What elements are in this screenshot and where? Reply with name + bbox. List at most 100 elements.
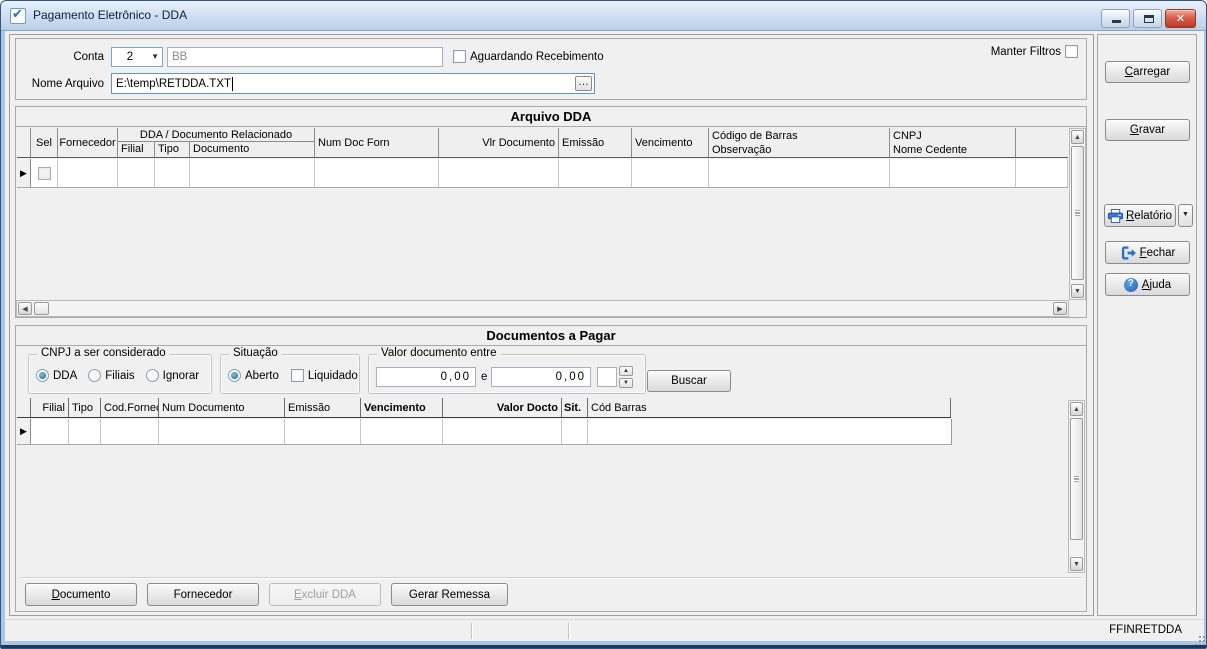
sel-checkbox[interactable] bbox=[38, 167, 51, 180]
radio-ignorar[interactable]: Ignorar bbox=[146, 369, 199, 382]
divider bbox=[20, 577, 1082, 579]
col-vencimento[interactable]: Vencimento bbox=[632, 128, 709, 157]
arquivo-dda-vscrollbar[interactable] bbox=[1069, 128, 1086, 300]
browse-file-button ellipsis-icon[interactable] bbox=[575, 76, 592, 91]
carregar-button[interactable]: Carregar bbox=[1105, 61, 1190, 83]
documentos-vscrollbar[interactable] bbox=[1068, 400, 1085, 573]
ajuda-button[interactable]: Ajuda bbox=[1105, 273, 1190, 296]
relatorio-dropdown-button chevron-down-icon[interactable] bbox=[1178, 204, 1193, 227]
grid-cell[interactable] bbox=[562, 419, 588, 444]
conta-combobox[interactable]: 2 bbox=[111, 47, 163, 67]
valor-de-field[interactable]: 0,00 bbox=[376, 367, 476, 387]
grid-cell[interactable] bbox=[890, 159, 1016, 187]
maximize-button[interactable] bbox=[1133, 9, 1162, 28]
grid-cell[interactable] bbox=[443, 419, 562, 444]
conta-descricao-field[interactable]: BB bbox=[167, 47, 443, 67]
manter-filtros-checkbox[interactable] bbox=[1065, 45, 1078, 58]
vscroll-thumb[interactable] bbox=[1071, 146, 1084, 280]
minimize-button[interactable] bbox=[1101, 9, 1130, 28]
col-num-doc-forn[interactable]: Num Doc Forn bbox=[315, 128, 439, 157]
valor-ate-field[interactable]: 0,00 bbox=[491, 367, 591, 387]
scroll-down-icon[interactable] bbox=[1070, 557, 1083, 571]
radio-icon[interactable] bbox=[228, 369, 241, 382]
grid-cell[interactable] bbox=[31, 419, 69, 444]
conta-descricao-value: BB bbox=[172, 51, 187, 63]
scroll-left-icon[interactable] bbox=[18, 302, 32, 315]
col-emissao[interactable]: Emissão bbox=[559, 128, 632, 157]
grid-cell[interactable] bbox=[588, 419, 951, 444]
table-row[interactable] bbox=[17, 159, 1068, 188]
resize-grip[interactable] bbox=[1199, 636, 1201, 638]
radio-filiais[interactable]: Filiais bbox=[88, 369, 134, 382]
scroll-right-icon[interactable] bbox=[1053, 302, 1067, 315]
spinner-field[interactable] bbox=[597, 367, 617, 387]
col-cnpj[interactable]: CNPJ Nome Cedente bbox=[890, 128, 1016, 157]
documento-label: Documento bbox=[52, 589, 111, 601]
scroll-up-icon[interactable] bbox=[1071, 130, 1084, 144]
col-sel[interactable]: Sel bbox=[31, 128, 58, 157]
col-num-documento[interactable]: Num Documento bbox=[159, 398, 285, 417]
radio-icon[interactable] bbox=[36, 369, 49, 382]
gerar-remessa-button[interactable]: Gerar Remessa bbox=[391, 583, 508, 606]
grid-cell[interactable] bbox=[439, 159, 559, 187]
gravar-button[interactable]: Gravar bbox=[1105, 119, 1190, 141]
liquidado-checkbox-option[interactable]: Liquidado bbox=[291, 369, 358, 382]
fornecedor-button[interactable]: Fornecedor bbox=[147, 583, 259, 606]
grid-cell[interactable] bbox=[155, 159, 190, 187]
col-valor-docto[interactable]: Valor Docto bbox=[443, 398, 562, 417]
arquivo-dda-panel: Arquivo DDA Sel Fornecedor DDA / Documen… bbox=[15, 106, 1087, 318]
col-codigo-barras[interactable]: Código de Barras Observação bbox=[709, 128, 890, 157]
col-fornecedor[interactable]: Fornecedor bbox=[58, 128, 118, 157]
spinner-down-icon[interactable] bbox=[619, 378, 633, 388]
col-filial[interactable]: Filial bbox=[118, 142, 155, 157]
col-emissao[interactable]: Emissão bbox=[285, 398, 361, 417]
radio-icon[interactable] bbox=[88, 369, 101, 382]
grid-cell[interactable] bbox=[632, 159, 709, 187]
liquidado-checkbox[interactable] bbox=[291, 369, 304, 382]
radio-icon[interactable] bbox=[146, 369, 159, 382]
buscar-button[interactable]: Buscar bbox=[647, 370, 731, 392]
side-button-strip: Carregar Gravar Relatório Fechar bbox=[1097, 34, 1197, 616]
relatorio-button[interactable]: Relatório bbox=[1104, 204, 1176, 227]
grid-cell[interactable] bbox=[69, 419, 101, 444]
col-documento[interactable]: Documento bbox=[190, 142, 315, 157]
grid-cell[interactable] bbox=[190, 159, 315, 187]
radio-dda[interactable]: DDA bbox=[36, 369, 77, 382]
grid-cell[interactable] bbox=[118, 159, 155, 187]
grid-cell[interactable] bbox=[709, 159, 890, 187]
documento-button[interactable]: Documento bbox=[25, 583, 137, 606]
fechar-button[interactable]: Fechar bbox=[1105, 241, 1190, 264]
chevron-down-icon[interactable] bbox=[148, 48, 162, 66]
table-row[interactable] bbox=[17, 419, 952, 445]
excluir-dda-button[interactable]: Excluir DDA bbox=[269, 583, 381, 606]
col-group-dda-documento[interactable]: DDA / Documento Relacionado Filial Tipo … bbox=[118, 128, 315, 157]
nome-arquivo-field[interactable]: E:\temp\RETDDA.TXT bbox=[111, 73, 595, 94]
arquivo-dda-hscrollbar[interactable] bbox=[16, 300, 1069, 317]
scroll-down-icon[interactable] bbox=[1071, 284, 1084, 298]
col-tipo[interactable]: Tipo bbox=[155, 142, 190, 157]
situacao-group-label: Situação bbox=[229, 347, 282, 359]
spinner-up-icon[interactable] bbox=[619, 366, 633, 376]
hscroll-thumb[interactable] bbox=[34, 302, 49, 315]
col-vencimento[interactable]: Vencimento bbox=[361, 398, 443, 417]
grid-cell[interactable] bbox=[159, 419, 285, 444]
grid-cell[interactable] bbox=[315, 159, 439, 187]
close-button[interactable] bbox=[1165, 9, 1196, 28]
grid-cell[interactable] bbox=[285, 419, 361, 444]
aguardando-recebimento-checkbox[interactable] bbox=[453, 50, 466, 63]
scroll-up-icon[interactable] bbox=[1070, 402, 1083, 416]
grid-cell[interactable] bbox=[58, 159, 118, 187]
radio-aberto[interactable]: Aberto bbox=[228, 369, 279, 382]
grid-cell[interactable] bbox=[101, 419, 159, 444]
col-cod-barras[interactable]: Cód Barras bbox=[588, 398, 951, 417]
row-sel-cell[interactable] bbox=[31, 159, 58, 187]
col-filial[interactable]: Filial bbox=[31, 398, 69, 417]
col-sit[interactable]: Sit. bbox=[562, 398, 588, 417]
col-tipo[interactable]: Tipo bbox=[69, 398, 101, 417]
title-bar[interactable]: Pagamento Eletrônico - DDA bbox=[1, 1, 1206, 31]
col-cod-fornec[interactable]: Cod.Fornec bbox=[101, 398, 159, 417]
col-vlr-documento[interactable]: Vlr Documento bbox=[439, 128, 559, 157]
grid-cell[interactable] bbox=[559, 159, 632, 187]
vscroll-thumb[interactable] bbox=[1070, 418, 1083, 540]
grid-cell[interactable] bbox=[361, 419, 443, 444]
